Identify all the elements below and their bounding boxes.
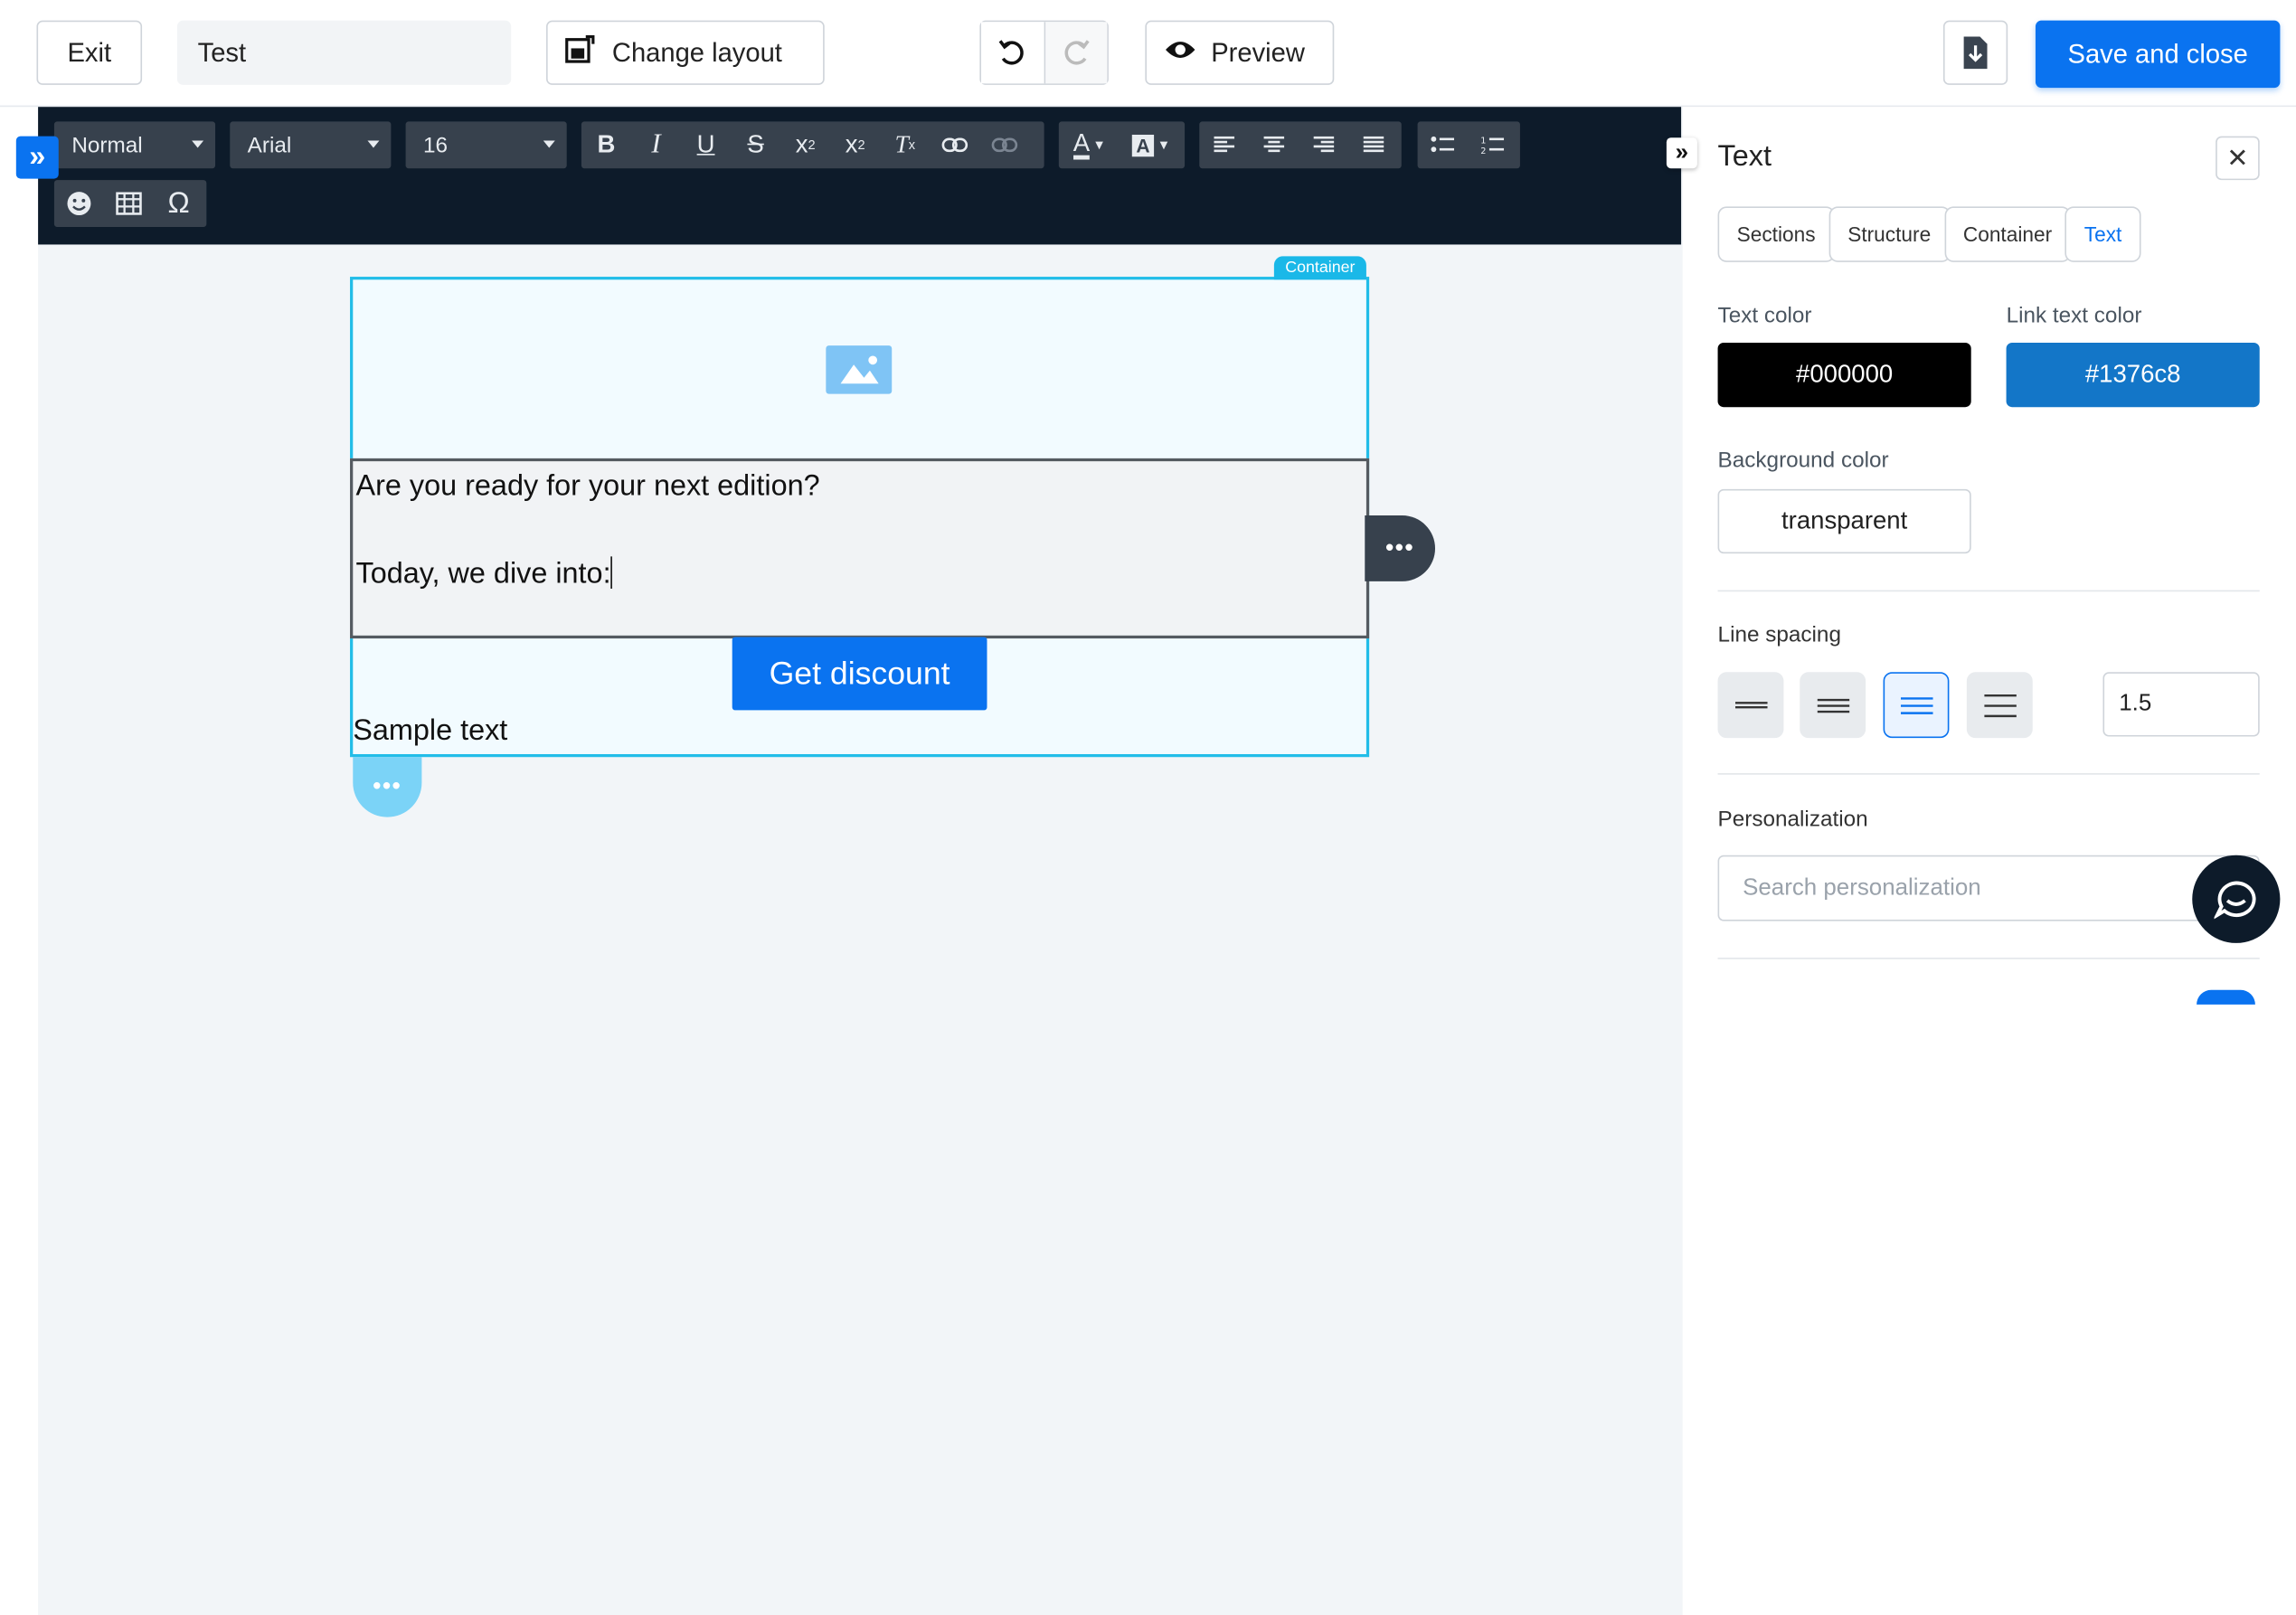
preview-button[interactable]: Preview: [1145, 20, 1335, 85]
breadcrumb-sections[interactable]: Sections: [1717, 206, 1835, 262]
collapse-panel-button[interactable]: »: [1666, 137, 1697, 169]
line-spacing-wide-button[interactable]: [1966, 672, 2033, 739]
undo-icon: [999, 40, 1025, 65]
text-caret: [610, 556, 613, 589]
text-line: Are you ready for your next edition?: [355, 469, 820, 503]
personalization-label: Personalization: [1717, 807, 1868, 832]
rich-text-toolbar: Normal Arial 16 B I U S x2 x2 Tx A ▼ A ▼ 1…: [38, 107, 1682, 245]
text-block[interactable]: Are you ready for your next edition? Tod…: [350, 458, 1370, 639]
numbered-list-icon[interactable]: 12: [1468, 121, 1517, 168]
chevron-down-icon: [543, 140, 555, 148]
download-file-icon: [1963, 36, 1988, 70]
font-size-select[interactable]: 16: [405, 121, 567, 169]
list-group: 12: [1417, 121, 1520, 169]
breadcrumb-structure[interactable]: Structure: [1828, 206, 1951, 262]
line-spacing-normal-icon: [1816, 698, 1849, 713]
line-spacing-label: Line spacing: [1717, 622, 1841, 647]
chevron-down-icon: [367, 140, 380, 148]
breadcrumb-text[interactable]: Text: [2065, 206, 2141, 262]
save-and-close-button[interactable]: Save and close: [2035, 20, 2281, 89]
background-color-label: Background color: [1717, 448, 1889, 474]
panel-title: Text: [1717, 140, 1772, 174]
line-spacing-tight-button[interactable]: [1717, 672, 1784, 739]
link-icon[interactable]: [930, 121, 979, 168]
text-line: Today, we dive into:: [355, 557, 611, 590]
text-color-picker[interactable]: #000000: [1717, 342, 1971, 408]
clear-format-icon[interactable]: Tx: [880, 121, 930, 168]
italic-icon[interactable]: I: [631, 121, 681, 168]
block-more-options-button[interactable]: •••: [1365, 515, 1436, 581]
redo-button[interactable]: [1044, 22, 1108, 84]
align-right-icon[interactable]: [1299, 121, 1348, 168]
alignment-group: [1199, 121, 1402, 169]
container-more-options-button[interactable]: •••: [353, 757, 422, 817]
divider: [1717, 958, 2260, 959]
top-bar: Exit Change layout Preview Save and clos…: [0, 0, 2296, 108]
template-title-input[interactable]: [176, 20, 512, 85]
link-color-label: Link text color: [2006, 303, 2142, 328]
text-color-label: Text color: [1717, 303, 1812, 328]
align-center-icon[interactable]: [1249, 121, 1299, 168]
strikethrough-icon[interactable]: S: [731, 121, 780, 168]
get-discount-button[interactable]: Get discount: [732, 637, 987, 711]
format-value: Normal: [71, 132, 143, 158]
svg-text:2: 2: [1480, 146, 1486, 156]
line-spacing-medium-icon: [1900, 696, 1932, 714]
background-color-picker[interactable]: transparent: [1717, 488, 1971, 554]
line-spacing-input[interactable]: [2102, 672, 2260, 737]
divider: [1717, 590, 2260, 592]
format-select[interactable]: Normal: [53, 121, 216, 169]
left-rail: [0, 107, 39, 1615]
font-value: Arial: [247, 132, 292, 158]
text-style-group: B I U S x2 x2 Tx: [581, 121, 1044, 169]
link-color-picker[interactable]: #1376c8: [2006, 342, 2260, 408]
eye-icon: [1164, 37, 1196, 68]
layout-icon: [565, 34, 595, 71]
close-icon: ✕: [2226, 142, 2249, 173]
close-panel-button[interactable]: ✕: [2216, 136, 2260, 181]
align-justify-icon[interactable]: [1348, 121, 1398, 168]
emoji-icon[interactable]: [54, 180, 104, 227]
unlink-icon[interactable]: [979, 121, 1029, 168]
line-spacing-wide-icon: [1983, 694, 2017, 717]
change-layout-button[interactable]: Change layout: [546, 20, 825, 85]
breadcrumb: Sections Structure Container Text: [1717, 206, 2141, 262]
superscript-icon[interactable]: x2: [830, 121, 880, 168]
undo-button[interactable]: [980, 22, 1045, 84]
line-spacing-medium-button[interactable]: [1883, 672, 1950, 739]
insert-group: Ω: [53, 180, 207, 228]
chat-support-button[interactable]: [2192, 855, 2281, 943]
change-layout-label: Change layout: [611, 37, 782, 67]
personalization-search-input[interactable]: [1717, 855, 2260, 921]
text-line-with-caret: Today, we dive into:: [356, 556, 613, 591]
container-tag: Container: [1273, 256, 1366, 280]
image-placeholder-icon[interactable]: [826, 345, 893, 394]
breadcrumb-container[interactable]: Container: [1943, 206, 2072, 262]
line-spacing-tight-icon: [1734, 701, 1767, 708]
preview-label: Preview: [1211, 37, 1305, 67]
exit-button[interactable]: Exit: [36, 20, 143, 85]
align-left-icon[interactable]: [1199, 121, 1249, 168]
background-color-icon[interactable]: A ▼: [1120, 121, 1182, 168]
underline-icon[interactable]: U: [681, 121, 731, 168]
line-spacing-normal-button[interactable]: [1800, 672, 1866, 739]
undo-redo-group: [979, 20, 1109, 85]
bullet-list-icon[interactable]: [1418, 121, 1468, 168]
text-color-icon[interactable]: A ▼: [1059, 121, 1120, 168]
bold-icon[interactable]: B: [581, 121, 631, 168]
font-select[interactable]: Arial: [230, 121, 392, 169]
expand-left-panel-button[interactable]: »: [15, 136, 59, 179]
table-icon[interactable]: [104, 180, 154, 227]
chat-bubble-icon: [2214, 881, 2256, 920]
download-button[interactable]: [1942, 20, 2008, 85]
subscript-icon[interactable]: x2: [780, 121, 830, 168]
redo-icon: [1064, 40, 1090, 65]
svg-text:1: 1: [1480, 137, 1486, 146]
special-char-icon[interactable]: Ω: [154, 180, 203, 227]
chevron-down-icon: [192, 140, 204, 148]
font-size-value: 16: [423, 132, 449, 158]
divider: [1717, 773, 2260, 775]
sample-text-block[interactable]: Sample text: [353, 714, 507, 748]
color-group: A ▼ A ▼: [1058, 121, 1186, 169]
